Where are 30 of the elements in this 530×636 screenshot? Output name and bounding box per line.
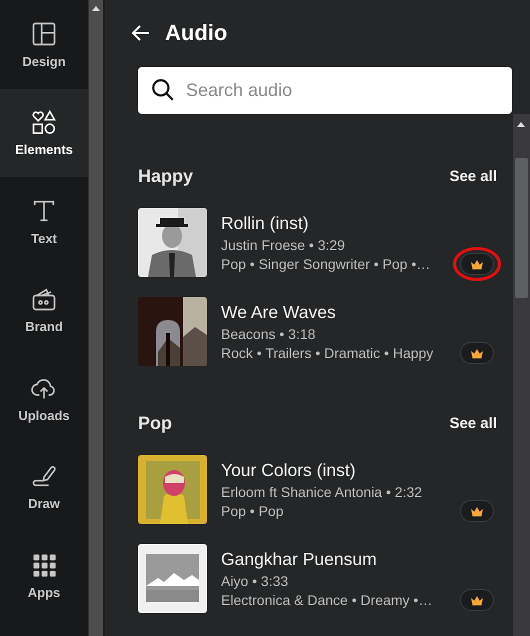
nav-item[interactable]: Text: [0, 177, 88, 266]
scrollbar[interactable]: [513, 114, 530, 636]
track-title: Your Colors (inst): [221, 460, 357, 480]
track-tags: Electronica & Dance • Dreamy •…: [221, 592, 457, 608]
track-tags: Pop • Pop: [221, 502, 457, 518]
nav-item[interactable]: Design: [0, 0, 88, 88]
track-artist-duration: Beacons • 3:18: [221, 326, 316, 342]
nav-item[interactable]: Brand: [0, 266, 88, 354]
see-all-link[interactable]: See all: [449, 168, 497, 185]
section-title: Pop: [138, 413, 172, 434]
track-artist-duration: Aiyo • 3:33: [221, 572, 290, 588]
track-artist-duration: Justin Froese • 3:29: [221, 236, 346, 252]
search-field[interactable]: Search audio: [138, 67, 512, 114]
track-title: We Are Waves: [221, 302, 337, 322]
track-title: Gangkhar Puensum: [221, 548, 378, 570]
track-tags: Rock • Trailers • Dramatic • Happy: [221, 344, 457, 360]
track-title: Rollin (inst): [221, 212, 310, 234]
section-title: Happy: [138, 166, 194, 187]
nav-item[interactable]: Uploads: [0, 354, 88, 442]
nav-item[interactable]: Elements: [0, 88, 88, 177]
layout-icon: [30, 20, 58, 48]
shapes-icon: [30, 108, 58, 136]
see-all-link[interactable]: See all: [449, 415, 497, 432]
panel-title: Audio: [165, 20, 228, 46]
scrollbar[interactable]: [88, 0, 103, 636]
track-tags: Pop • Singer Songwriter • Pop •…: [221, 256, 457, 272]
track-artist-duration: Erloom ft Shanice Antonia • 2:32: [221, 484, 424, 500]
search-icon: [150, 77, 176, 103]
nav-item[interactable]: Apps: [0, 531, 88, 620]
nav-item[interactable]: Draw: [0, 442, 88, 531]
